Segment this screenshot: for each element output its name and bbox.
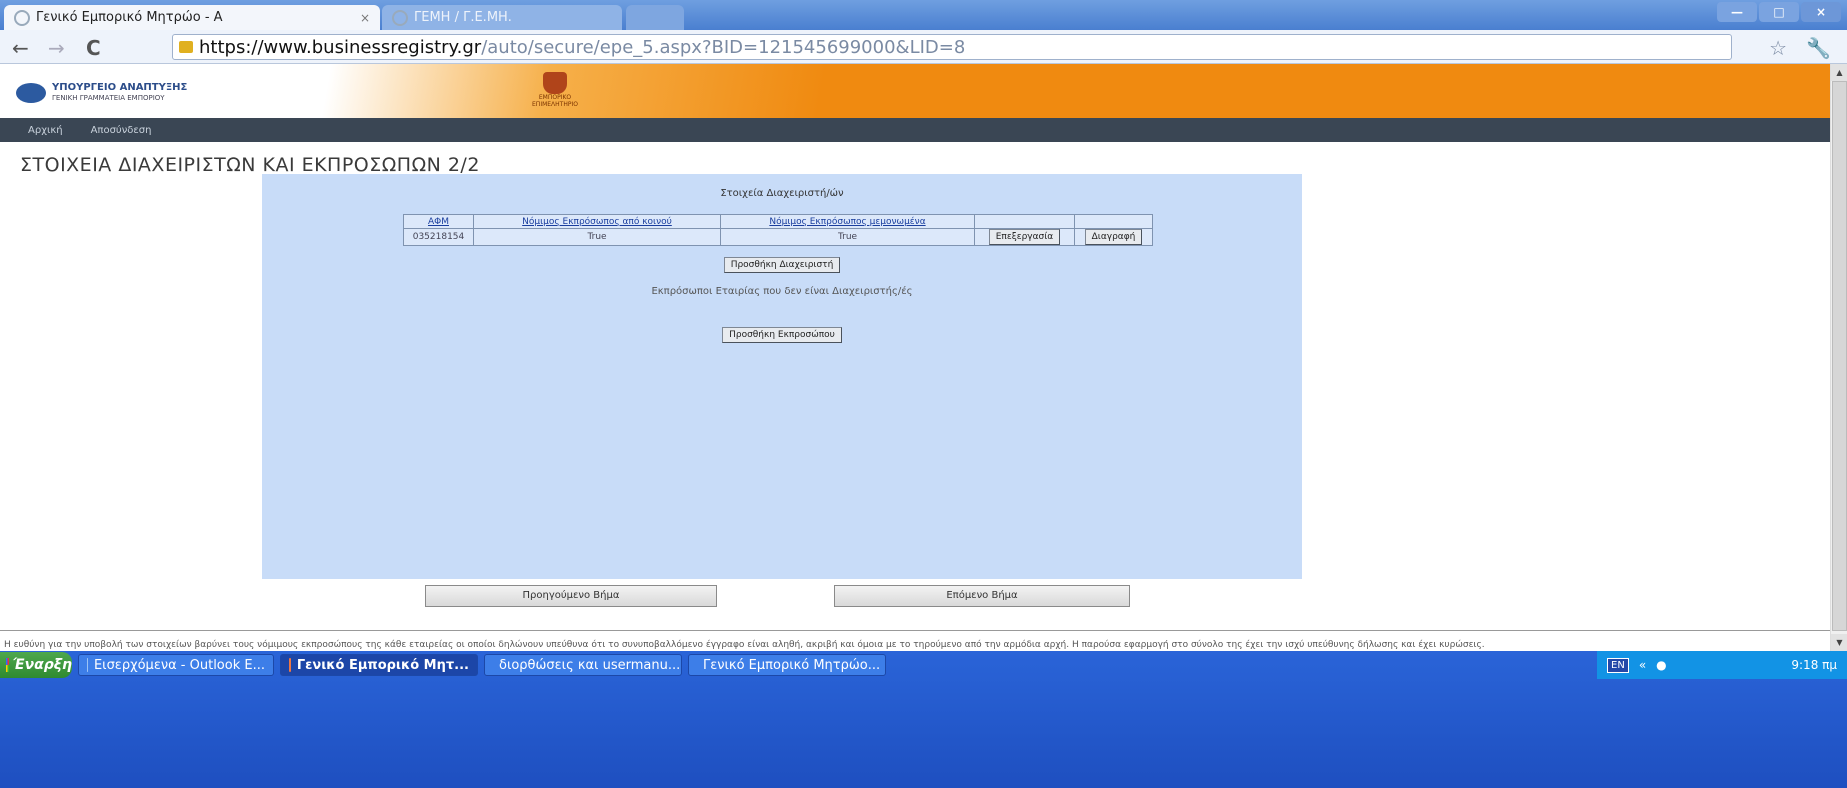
cell-joint: True bbox=[473, 228, 721, 246]
tab-label: ΓΕΜΗ / Γ.Ε.ΜΗ. bbox=[414, 10, 512, 25]
forward-icon[interactable]: → bbox=[48, 36, 65, 60]
browser-navbar: ← → C https://www.businessregistry.gr /a… bbox=[0, 30, 1847, 64]
greek-flag-icon bbox=[16, 83, 46, 103]
site-menu: Αρχική Αποσύνδεση bbox=[0, 118, 1830, 142]
ministry-logo[interactable]: ΥΠΟΥΡΓΕΙΟ ΑΝΑΠΤΥΞΗΣ ΓΕΝΙΚΗ ΓΡΑΜΜΑΤΕΙΑ ΕΜ… bbox=[16, 82, 187, 104]
column-header-edit bbox=[974, 214, 1075, 229]
managers-table: ΑΦΜ Νόμιμος Εκπρόσωπος από κοινού Νόμιμο… bbox=[403, 214, 1153, 246]
managers-heading: Στοιχεία Διαχειριστή/ών bbox=[720, 188, 844, 199]
add-manager-button[interactable]: Προσθήκη Διαχειριστή bbox=[723, 257, 841, 273]
edit-button[interactable]: Επεξεργασία bbox=[988, 229, 1061, 245]
ministry-name: ΥΠΟΥΡΓΕΙΟ ΑΝΑΠΤΥΞΗΣ bbox=[52, 82, 188, 93]
chamber-emblem: ΕΜΠΟΡΙΚΟ ΕΠΙΜΕΛΗΤΗΡΙΟ bbox=[520, 72, 590, 112]
column-header-delete bbox=[1074, 214, 1153, 229]
outlook-icon bbox=[87, 658, 88, 672]
ministry-subtitle: ΓΕΝΙΚΗ ΓΡΑΜΜΑΤΕΙΑ ΕΜΠΟΡΙΟΥ bbox=[52, 94, 165, 102]
scroll-down-icon[interactable]: ▼ bbox=[1831, 634, 1847, 651]
wrench-icon[interactable]: 🔧 bbox=[1806, 36, 1831, 60]
site-banner: ΥΠΟΥΡΓΕΙΟ ΑΝΑΠΤΥΞΗΣ ΓΕΝΙΚΗ ΓΡΑΜΜΑΤΕΙΑ ΕΜ… bbox=[0, 64, 1830, 118]
previous-step-button[interactable]: Προηγούμενο Βήμα bbox=[425, 585, 717, 607]
tab-label: Γενικό Εμπορικό Μητρώο - Α bbox=[36, 10, 223, 25]
cell-single: True bbox=[720, 228, 975, 246]
url-path: /auto/secure/epe_5.aspx?BID=121545699000… bbox=[481, 36, 966, 58]
start-button[interactable]: Έναρξη bbox=[0, 652, 72, 678]
clock: 9:18 πμ bbox=[1791, 658, 1837, 672]
next-step-button[interactable]: Επόμενο Βήμα bbox=[834, 585, 1130, 607]
new-tab-button[interactable] bbox=[626, 5, 684, 30]
representatives-heading: Εκπρόσωποι Εταιρίας που δεν είναι Διαχει… bbox=[651, 286, 913, 297]
menu-logout[interactable]: Αποσύνδεση bbox=[91, 125, 152, 136]
column-header-afm[interactable]: ΑΦΜ bbox=[403, 214, 474, 229]
start-label: Έναρξη bbox=[12, 657, 72, 673]
table-row: 035218154 True True Επεξεργασία Διαγραφή bbox=[403, 228, 1153, 246]
emblem-text: ΕΜΠΟΡΙΚΟ ΕΠΙΜΕΛΗΤΗΡΙΟ bbox=[532, 94, 578, 108]
taskbar-item-label: Γενικό Εμπορικό Μητρώο... bbox=[703, 657, 881, 673]
disclaimer-text: Η ευθύνη για την υποβολή των στοιχείων β… bbox=[4, 640, 1485, 650]
language-indicator[interactable]: EN bbox=[1607, 657, 1629, 673]
emblem-icon bbox=[543, 72, 567, 94]
tab-close-icon[interactable]: × bbox=[360, 11, 370, 25]
maximize-button[interactable]: □ bbox=[1759, 2, 1799, 22]
cell-afm: 035218154 bbox=[403, 228, 474, 246]
tray-expand-icon[interactable]: « bbox=[1639, 658, 1646, 672]
taskbar-item-outlook[interactable]: Εισερχόμενα - Outlook E... bbox=[78, 654, 274, 676]
minimize-button[interactable]: — bbox=[1717, 2, 1757, 22]
window-controls: — □ × bbox=[1717, 2, 1841, 22]
browser-titlebar: Γενικό Εμπορικό Μητρώο - Α × ΓΕΜΗ / Γ.Ε.… bbox=[0, 0, 1847, 30]
bookmark-star-icon[interactable]: ☆ bbox=[1769, 36, 1787, 60]
taskbar-item-label: Γενικό Εμπορικό Μητ... bbox=[296, 657, 469, 673]
menu-home[interactable]: Αρχική bbox=[28, 125, 63, 136]
add-representative-button[interactable]: Προσθήκη Εκπροσώπου bbox=[722, 327, 842, 343]
address-bar[interactable]: https://www.businessregistry.gr /auto/se… bbox=[172, 34, 1732, 60]
scroll-up-icon[interactable]: ▲ bbox=[1831, 64, 1847, 81]
page-title: ΣΤΟΙΧΕΙΑ ΔΙΑΧΕΙΡΙΣΤΩΝ ΚΑΙ ΕΚΠΡΟΣΩΠΩΝ 2/2 bbox=[20, 154, 480, 176]
footer-divider bbox=[0, 630, 1830, 631]
lock-icon bbox=[179, 41, 193, 53]
reload-icon[interactable]: C bbox=[86, 36, 101, 60]
delete-button[interactable]: Διαγραφή bbox=[1084, 229, 1143, 245]
globe-icon bbox=[392, 9, 408, 26]
tab-businessregistry[interactable]: Γενικό Εμπορικό Μητρώο - Α × bbox=[4, 5, 380, 30]
column-header-joint[interactable]: Νόμιμος Εκπρόσωπος από κοινού bbox=[473, 214, 721, 229]
managers-panel: Στοιχεία Διαχειριστή/ών ΑΦΜ Νόμιμος Εκπρ… bbox=[262, 174, 1302, 579]
scroll-thumb[interactable] bbox=[1832, 81, 1847, 631]
table-header-row: ΑΦΜ Νόμιμος Εκπρόσωπος από κοινού Νόμιμο… bbox=[403, 214, 1153, 229]
column-header-single[interactable]: Νόμιμος Εκπρόσωπος μεμονωμένα bbox=[720, 214, 975, 229]
url-host: https://www.businessregistry.gr bbox=[199, 36, 482, 58]
vertical-scrollbar[interactable]: ▲ ▼ bbox=[1830, 64, 1847, 651]
taskbar-item-ie[interactable]: Γενικό Εμπορικό Μητρώο... bbox=[688, 654, 886, 676]
add-manager-wrap: Προσθήκη Διαχειριστή bbox=[262, 252, 1302, 273]
tab-gemh[interactable]: ΓΕΜΗ / Γ.Ε.ΜΗ. bbox=[382, 5, 622, 30]
system-tray: EN « ● 9:18 πμ bbox=[1597, 651, 1847, 679]
windows-taskbar: Έναρξη Εισερχόμενα - Outlook E... Γενικό… bbox=[0, 651, 1847, 788]
taskbar-item-label: διορθώσεις και usermanu... bbox=[499, 657, 681, 673]
globe-icon bbox=[14, 9, 30, 26]
chrome-icon bbox=[289, 658, 291, 672]
back-icon[interactable]: ← bbox=[12, 36, 29, 60]
taskbar-item-label: Εισερχόμενα - Outlook E... bbox=[93, 657, 265, 673]
windows-logo-icon bbox=[6, 658, 9, 672]
taskbar-item-chrome[interactable]: Γενικό Εμπορικό Μητ... bbox=[280, 654, 478, 676]
close-button[interactable]: × bbox=[1801, 2, 1841, 22]
add-rep-wrap: Προσθήκη Εκπροσώπου bbox=[262, 322, 1302, 343]
network-icon[interactable]: ● bbox=[1656, 658, 1666, 672]
taskbar-item-word[interactable]: διορθώσεις και usermanu... bbox=[484, 654, 682, 676]
